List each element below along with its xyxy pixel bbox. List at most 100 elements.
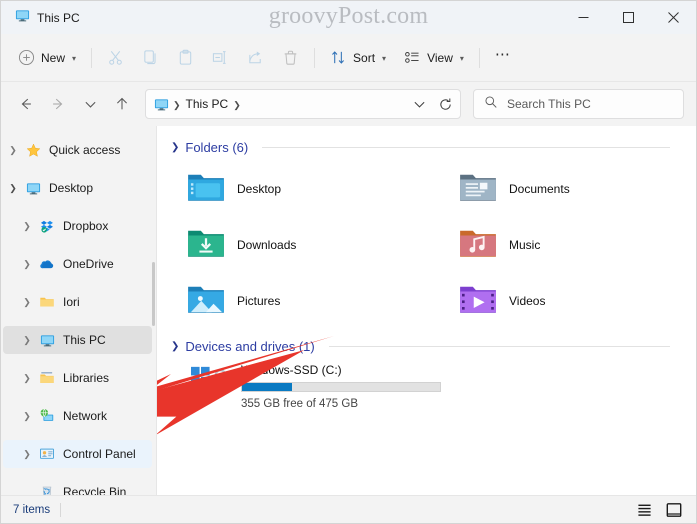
chevron-down-icon[interactable]: ❯ [3, 183, 23, 193]
navigation-pane: ❯ Quick access ❯ Desktop ❯ Dropbox ❯ One… [1, 126, 157, 495]
refresh-button[interactable] [432, 91, 458, 117]
recent-locations-button[interactable] [75, 89, 105, 119]
group-rule [328, 346, 670, 347]
content-pane: ❯ Folders (6) Desktop Documents Download… [157, 126, 696, 495]
chevron-right-icon[interactable]: ❯ [17, 221, 37, 231]
folder-tile-desktop[interactable]: Desktop [171, 161, 443, 217]
sidebar-item-onedrive[interactable]: ❯ OneDrive [3, 250, 152, 278]
drive-capacity-fill [242, 383, 292, 391]
sidebar-item-label: Dropbox [63, 219, 109, 233]
ellipsis-icon: ⋯ [494, 46, 512, 63]
folder-label: Documents [509, 182, 570, 196]
folder-tile-pictures[interactable]: Pictures [171, 273, 443, 329]
star-icon [23, 143, 43, 158]
breadcrumb-this-pc[interactable]: This PC [182, 93, 233, 115]
folder-tile-downloads[interactable]: Downloads [171, 217, 443, 273]
sidebar-item-network[interactable]: ❯ Network [3, 402, 152, 430]
close-button[interactable] [651, 1, 696, 34]
see-more-button[interactable]: ⋯ [486, 42, 521, 74]
folder-tile-documents[interactable]: Documents [443, 161, 696, 217]
sidebar-item-iori[interactable]: ❯ Iori [3, 288, 152, 316]
delete-button[interactable] [273, 42, 308, 74]
previous-locations-button[interactable] [406, 91, 432, 117]
sort-icon [330, 49, 347, 66]
documents-folder-icon [459, 171, 497, 208]
folder-label: Music [509, 238, 541, 252]
chevron-right-icon[interactable]: ❯ [17, 259, 37, 269]
minimize-button[interactable] [561, 1, 606, 34]
sidebar-item-label: Quick access [49, 143, 121, 157]
chevron-right-icon[interactable]: ❯ [17, 449, 37, 459]
maximize-button[interactable] [606, 1, 651, 34]
rename-button[interactable] [203, 42, 238, 74]
music-folder-icon [459, 227, 497, 264]
drives-group-header[interactable]: ❯ Devices and drives (1) [157, 329, 696, 358]
back-button[interactable] [11, 89, 41, 119]
chevron-right-icon[interactable]: ❯ [17, 411, 37, 421]
sidebar-item-quick-access[interactable]: ❯ Quick access [3, 136, 152, 164]
sidebar-item-this-pc[interactable]: ❯ This PC [3, 326, 152, 354]
chevron-right-icon[interactable]: ❯ [17, 297, 37, 307]
view-button[interactable]: View ▾ [395, 42, 473, 74]
pictures-folder-icon [187, 283, 225, 320]
drives-group-title: Devices and drives (1) [185, 339, 315, 354]
folders-group-header[interactable]: ❯ Folders (6) [157, 134, 696, 159]
status-bar: 7 items [1, 495, 696, 523]
tab-this-pc[interactable]: This PC [1, 1, 92, 34]
toolbar-divider-1 [91, 47, 93, 68]
search-box[interactable]: Search This PC [473, 89, 684, 119]
recycle-bin-icon [37, 484, 57, 495]
drive-capacity-bar [241, 382, 441, 392]
sidebar-item-libraries[interactable]: ❯ Libraries [3, 364, 152, 392]
sort-button[interactable]: Sort ▾ [321, 42, 395, 74]
file-explorer-window: This PC groovyPost.com New ▾ Sort ▾ View… [0, 0, 697, 524]
folders-grid: Desktop Documents Downloads Music Pictur… [157, 159, 696, 329]
search-icon [484, 95, 498, 114]
search-input[interactable]: Search This PC [507, 97, 591, 111]
chevron-right-icon[interactable]: ❯ [3, 145, 23, 155]
folder-tile-videos[interactable]: Videos [443, 273, 696, 329]
folders-group-title: Folders (6) [185, 140, 249, 155]
cut-button[interactable] [98, 42, 133, 74]
paste-icon [177, 49, 194, 66]
new-button[interactable]: New ▾ [11, 42, 85, 74]
forward-button[interactable] [43, 89, 73, 119]
sidebar-item-recycle-bin[interactable]: Recycle Bin [3, 478, 152, 495]
large-icons-view-button[interactable] [664, 500, 684, 520]
drive-info: Windows-SSD (C:) 355 GB free of 475 GB [235, 362, 441, 410]
monitor-icon [37, 333, 57, 348]
dropbox-icon [37, 219, 57, 234]
toolbar-divider-2 [314, 47, 316, 68]
folder-label: Videos [509, 294, 546, 308]
chevron-down-icon[interactable]: ❯ [171, 341, 179, 352]
sidebar-item-desktop[interactable]: ❯ Desktop [3, 174, 152, 202]
folder-tile-music[interactable]: Music [443, 217, 696, 273]
sidebar-item-label: Network [63, 409, 108, 423]
breadcrumb-separator[interactable]: ❯ [232, 100, 242, 111]
chevron-down-icon[interactable]: ❯ [171, 142, 179, 153]
address-bar[interactable]: ❯ This PC ❯ [145, 89, 461, 119]
share-icon [247, 49, 264, 66]
explorer-body: ❯ Quick access ❯ Desktop ❯ Dropbox ❯ One… [1, 126, 696, 495]
sidebar-scrollbar-thumb[interactable] [152, 262, 155, 326]
chevron-right-icon[interactable]: ❯ [17, 335, 37, 345]
paste-button[interactable] [168, 42, 203, 74]
details-view-button[interactable] [634, 500, 654, 520]
drive-tile-windows-ssd[interactable]: Windows-SSD (C:) 355 GB free of 475 GB [157, 358, 696, 410]
sidebar-item-label: OneDrive [63, 257, 114, 271]
desktop-folder-icon [187, 171, 225, 208]
sidebar-item-label: Control Panel [63, 447, 136, 461]
folder-label: Desktop [237, 182, 282, 196]
folder-label: Downloads [237, 238, 297, 252]
chevron-right-icon[interactable]: ❯ [17, 373, 37, 383]
sidebar-item-control-panel[interactable]: ❯ Control Panel [3, 440, 152, 468]
share-button[interactable] [238, 42, 273, 74]
up-button[interactable] [107, 89, 137, 119]
breadcrumb-separator: ❯ [173, 99, 181, 110]
copy-button[interactable] [133, 42, 168, 74]
item-count-label: 7 items [13, 503, 51, 516]
folder-label: Pictures [237, 294, 281, 308]
address-row: ❯ This PC ❯ Search This PC [1, 82, 696, 126]
sidebar-item-dropbox[interactable]: ❯ Dropbox [3, 212, 152, 240]
chevron-down-icon: ▾ [459, 54, 464, 63]
